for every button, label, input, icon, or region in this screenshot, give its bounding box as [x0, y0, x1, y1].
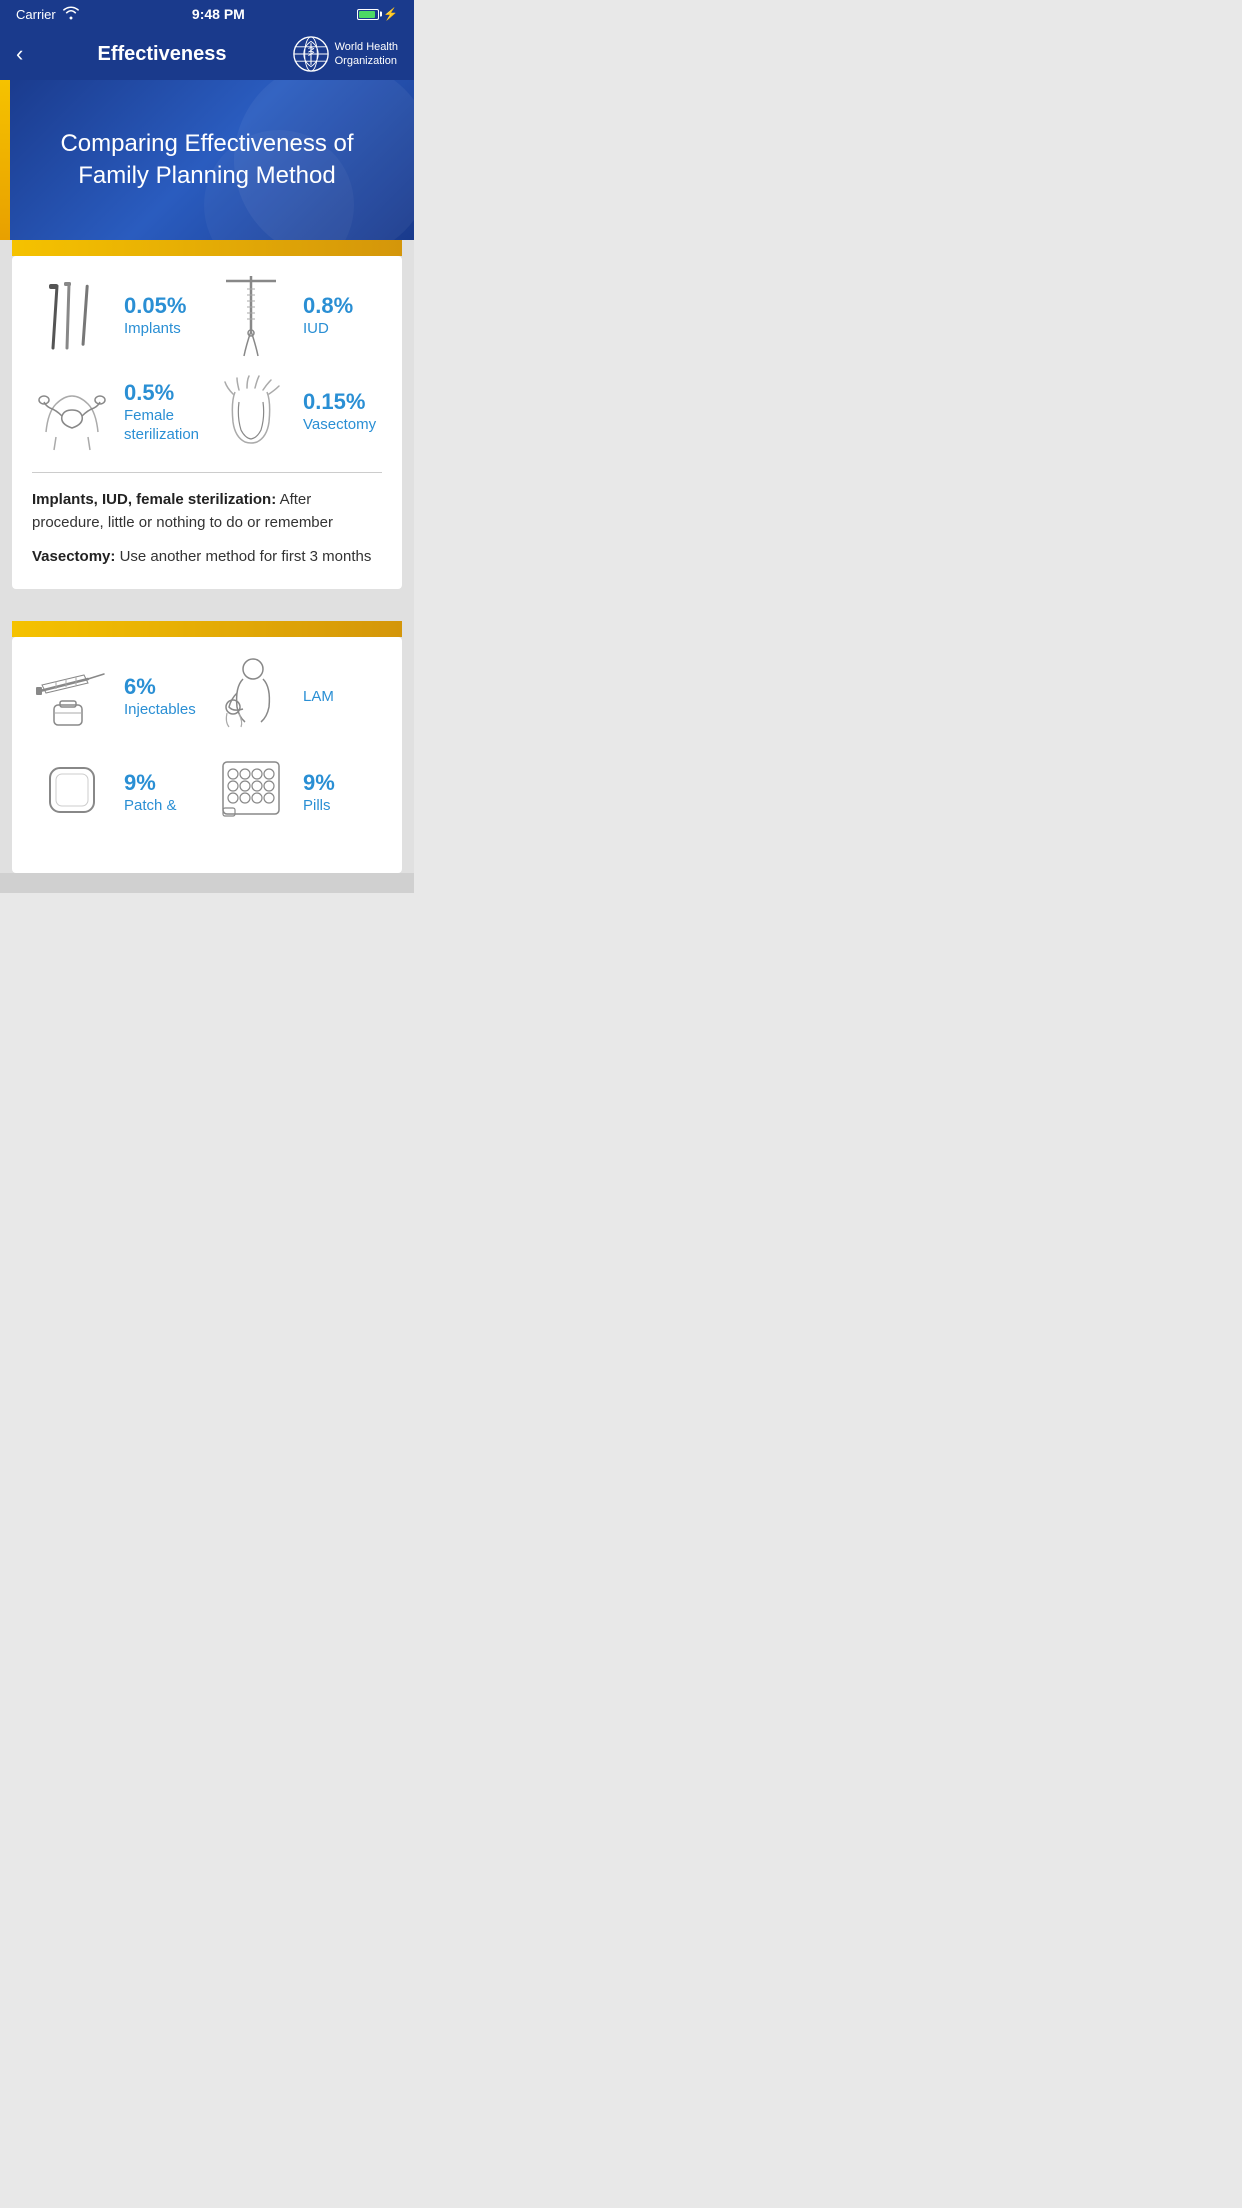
status-bar: Carrier 9:48 PM ⚡ — [0, 0, 414, 28]
implants-percent: 0.05% — [124, 293, 186, 319]
method-pills: 9% Pills — [211, 753, 382, 833]
vasectomy-info: 0.15% Vasectomy — [303, 389, 376, 435]
who-logo: World Health Organization — [293, 36, 398, 72]
iud-name: IUD — [303, 319, 353, 339]
injectables-icon — [32, 657, 112, 737]
who-label: World Health Organization — [335, 40, 398, 69]
card1-divider — [32, 472, 382, 473]
iud-info: 0.8% IUD — [303, 293, 353, 339]
female-sterilization-icon — [32, 372, 112, 452]
nav-bar: ‹ Effectiveness World Health Organizatio… — [0, 28, 414, 80]
carrier-label: Carrier — [16, 7, 56, 22]
content-area: 0.05% Implants — [0, 240, 414, 893]
note-implants-iud: Implants, IUD, female sterilization: Aft… — [32, 489, 382, 534]
patch-info: 9% Patch & — [124, 770, 177, 816]
iud-percent: 0.8% — [303, 293, 353, 319]
method-iud: 0.8% IUD — [211, 276, 382, 356]
page-title: Effectiveness — [31, 43, 292, 66]
yellow-accent-bar — [0, 80, 10, 240]
card2-gold-bar — [12, 621, 402, 637]
lam-info: LAM — [303, 687, 334, 707]
injectables-info: 6% Injectables — [124, 674, 196, 720]
patch-icon — [32, 753, 112, 833]
card2: 6% Injectables — [12, 637, 402, 873]
status-bar-time: 9:48 PM — [192, 6, 245, 22]
method-female-sterilization: 0.5% Female sterilization — [32, 372, 203, 452]
pills-percent: 9% — [303, 770, 335, 796]
status-bar-right: ⚡ — [357, 7, 398, 21]
card1-gold-bar — [12, 240, 402, 256]
note-vasectomy: Vasectomy: Use another method for first … — [32, 546, 382, 569]
vasectomy-icon — [211, 372, 291, 452]
method-implants: 0.05% Implants — [32, 276, 203, 356]
card1-section: 0.05% Implants — [0, 240, 414, 605]
lam-icon — [211, 657, 291, 737]
implants-icon — [32, 276, 112, 356]
patch-name: Patch & — [124, 796, 177, 816]
female-sterilization-percent: 0.5% — [124, 380, 203, 406]
patch-percent: 9% — [124, 770, 177, 796]
vasectomy-percent: 0.15% — [303, 389, 376, 415]
method-patch: 9% Patch & — [32, 753, 203, 833]
charging-icon: ⚡ — [383, 7, 398, 21]
who-logo-icon — [293, 36, 329, 72]
card1: 0.05% Implants — [12, 256, 402, 589]
vasectomy-name: Vasectomy — [303, 415, 376, 435]
pills-info: 9% Pills — [303, 770, 335, 816]
card1-notes: Implants, IUD, female sterilization: Aft… — [32, 489, 382, 569]
iud-icon — [211, 276, 291, 356]
method-lam: LAM — [211, 657, 382, 737]
injectables-name: Injectables — [124, 700, 196, 720]
injectables-percent: 6% — [124, 674, 196, 700]
battery-icon — [357, 9, 379, 20]
pills-icon — [211, 753, 291, 833]
hero-banner: Comparing Effectiveness of Family Planni… — [0, 80, 414, 240]
implants-name: Implants — [124, 319, 186, 339]
lam-name: LAM — [303, 687, 334, 707]
female-sterilization-info: 0.5% Female sterilization — [124, 380, 203, 445]
note-vasectomy-text: Use another method for first 3 months — [120, 548, 372, 565]
female-sterilization-name: Female sterilization — [124, 406, 203, 445]
method-vasectomy: 0.15% Vasectomy — [211, 372, 382, 452]
status-bar-left: Carrier — [16, 6, 80, 23]
back-button[interactable]: ‹ — [16, 37, 31, 71]
wifi-icon — [62, 6, 80, 23]
implants-info: 0.05% Implants — [124, 293, 186, 339]
note-vasectomy-bold: Vasectomy: — [32, 548, 115, 565]
note-implants-iud-bold: Implants, IUD, female sterilization: — [32, 491, 276, 508]
methods-grid-2: 6% Injectables — [32, 657, 382, 833]
methods-grid-1: 0.05% Implants — [32, 276, 382, 452]
hero-title: Comparing Effectiveness of Family Planni… — [60, 128, 354, 193]
method-injectables: 6% Injectables — [32, 657, 203, 737]
pills-name: Pills — [303, 796, 335, 816]
card2-section: 6% Injectables — [0, 605, 414, 873]
